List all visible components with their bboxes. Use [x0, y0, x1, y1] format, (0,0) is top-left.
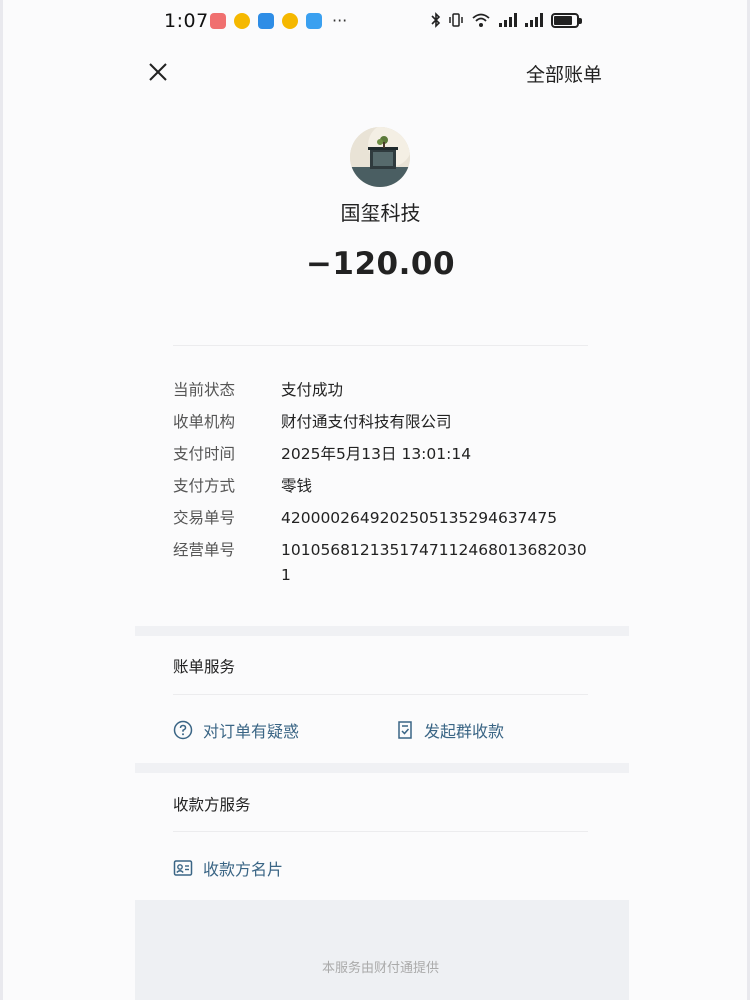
detail-label: 支付方式 [173, 477, 236, 495]
section-separator [135, 763, 629, 773]
detail-value: 4200002649202505135294637475 [281, 509, 558, 527]
merchant-name: 国玺科技 [340, 201, 421, 225]
detail-value: 财付通支付科技有限公司 [281, 413, 452, 431]
status-time: 1:07 [164, 10, 209, 32]
group-collect-label: 发起群收款 [424, 722, 505, 741]
status-bar: 1:07 ··· [3, 0, 747, 44]
detail-row-time: 支付时间 2025年5月13日 13:01:14 [173, 438, 593, 470]
detail-row-acquirer: 收单机构 财付通支付科技有限公司 [173, 406, 593, 438]
system-icons [431, 12, 582, 28]
wifi-icon [472, 13, 490, 27]
detail-label: 经营单号 [173, 541, 236, 559]
all-bills-link[interactable]: 全部账单 [526, 60, 602, 87]
detail-value: 1010568121351747112468013682030 1 [281, 540, 587, 584]
signal-icon [499, 13, 517, 27]
battery-icon [551, 12, 582, 28]
group-collect-button[interactable]: 发起群收款 [396, 718, 504, 742]
detail-label: 当前状态 [173, 381, 236, 399]
more-notifications-icon: ··· [332, 11, 348, 30]
detail-value: 2025年5月13日 13:01:14 [281, 445, 472, 463]
weibo-icon [234, 13, 250, 29]
detail-row-merchant-order-no: 经营单号 1010568121351747112468013682030 1 [173, 534, 593, 588]
receipt-icon [398, 721, 412, 739]
detail-row-transaction-no: 交易单号 4200002649202505135294637475 [173, 502, 593, 534]
detail-row-method: 支付方式 零钱 [173, 470, 593, 502]
detail-row-status: 当前状态 支付成功 [173, 374, 593, 406]
detail-value: 支付成功 [281, 381, 344, 399]
detail-label: 支付时间 [173, 445, 236, 463]
order-question-label: 对订单有疑惑 [203, 722, 300, 741]
section-separator [135, 626, 629, 636]
signal-icon [525, 13, 543, 27]
close-button[interactable] [146, 60, 170, 84]
transaction-details: 当前状态 支付成功 收单机构 财付通支付科技有限公司 支付时间 2025年5月1… [173, 374, 593, 588]
footer-provider-text: 本服务由财付通提供 [321, 961, 439, 976]
question-circle-icon [173, 720, 193, 740]
app-notification-icon [258, 13, 274, 29]
divider [173, 345, 588, 346]
bill-detail-page: 1:07 ··· 全部账单 国玺科技 −120.00 当前状态 支付成功 收单机… [0, 0, 750, 1000]
weibo-icon [282, 13, 298, 29]
vibrate-icon [449, 13, 463, 27]
merchant-avatar [350, 127, 410, 187]
detail-label: 交易单号 [173, 509, 236, 527]
app-notification-icon [306, 13, 322, 29]
divider [173, 831, 588, 832]
payee-service-title: 收款方服务 [173, 796, 251, 814]
detail-label: 收单机构 [173, 413, 236, 431]
payee-card-button[interactable]: 收款方名片 [173, 856, 283, 880]
payee-card-label: 收款方名片 [203, 860, 284, 879]
merchant-logo-image [350, 127, 410, 187]
divider [173, 694, 588, 695]
close-icon [149, 63, 167, 81]
bluetooth-icon [431, 12, 441, 28]
notification-icons: ··· [210, 13, 347, 29]
bill-service-title: 账单服务 [173, 658, 236, 676]
contact-card-icon [173, 860, 193, 876]
detail-value: 零钱 [281, 477, 313, 495]
app-notification-icon [210, 13, 226, 29]
footer-area [135, 900, 629, 1000]
payment-amount: −120.00 [305, 246, 456, 282]
order-question-button[interactable]: 对订单有疑惑 [173, 718, 299, 742]
